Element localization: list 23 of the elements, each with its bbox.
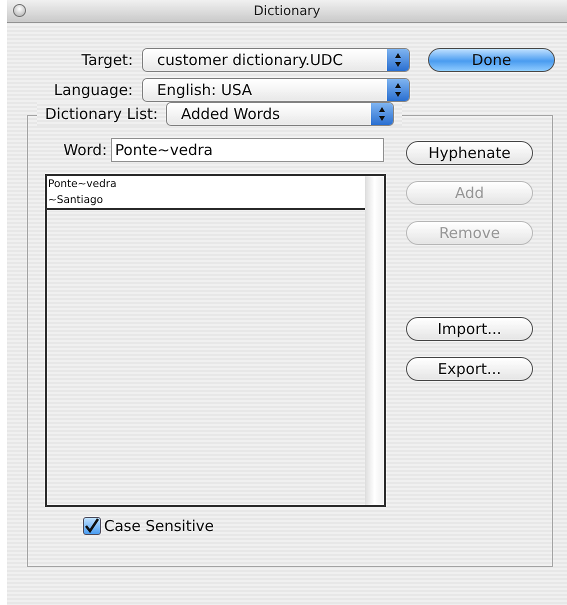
action-button[interactable]: Export... [406, 357, 533, 381]
action-button[interactable]: Import... [406, 317, 533, 341]
done-button[interactable]: Done [428, 48, 555, 72]
target-popup[interactable]: customer dictionary.UDC [142, 48, 410, 72]
list-item[interactable]: Ponte~vedra [47, 176, 365, 192]
field-label: Target: [80, 51, 133, 69]
close-button[interactable] [13, 4, 26, 17]
popup-arrows-icon [387, 79, 409, 101]
word-field[interactable]: Ponte~vedra [111, 138, 384, 162]
popup-arrows-icon [387, 49, 409, 71]
window-title: Dictionary [254, 4, 320, 18]
action-button[interactable]: Hyphenate [406, 141, 533, 165]
popup-arrows-icon [370, 103, 393, 125]
list-item[interactable]: ~Santiago [47, 192, 365, 208]
scroll-bar[interactable] [365, 176, 384, 505]
checkbox-label: Case Sensitive [104, 517, 214, 535]
field-label: Word: [62, 141, 108, 159]
language-popup[interactable]: English: USA [142, 78, 410, 102]
field-label: Dictionary List: [45, 105, 158, 123]
field-label: Language: [52, 81, 133, 99]
word-list[interactable]: Ponte~vedra ~Santiago [45, 174, 386, 507]
dictionary-list-popup[interactable]: Added Words [166, 102, 394, 126]
checkbox[interactable] [83, 517, 101, 535]
